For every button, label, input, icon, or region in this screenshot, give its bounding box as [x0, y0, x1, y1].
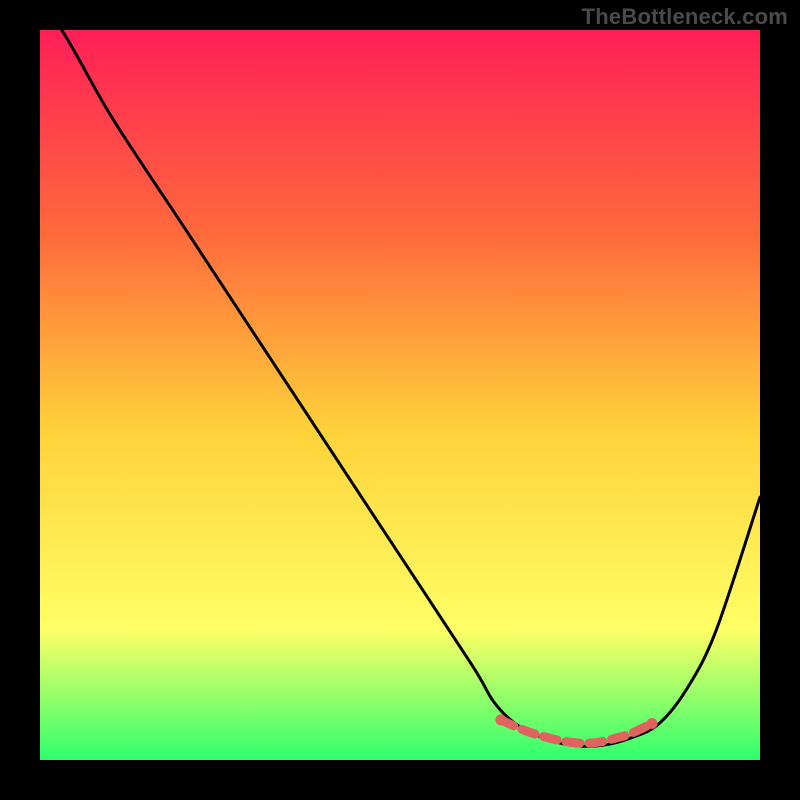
chart-svg: [40, 30, 760, 760]
watermark-text: TheBottleneck.com: [582, 4, 788, 30]
marker-dot-start: [495, 714, 506, 725]
chart-frame: TheBottleneck.com: [0, 0, 800, 800]
gradient-background: [40, 30, 760, 760]
marker-dot-end: [647, 718, 658, 729]
chart-plot-area: [40, 30, 760, 760]
